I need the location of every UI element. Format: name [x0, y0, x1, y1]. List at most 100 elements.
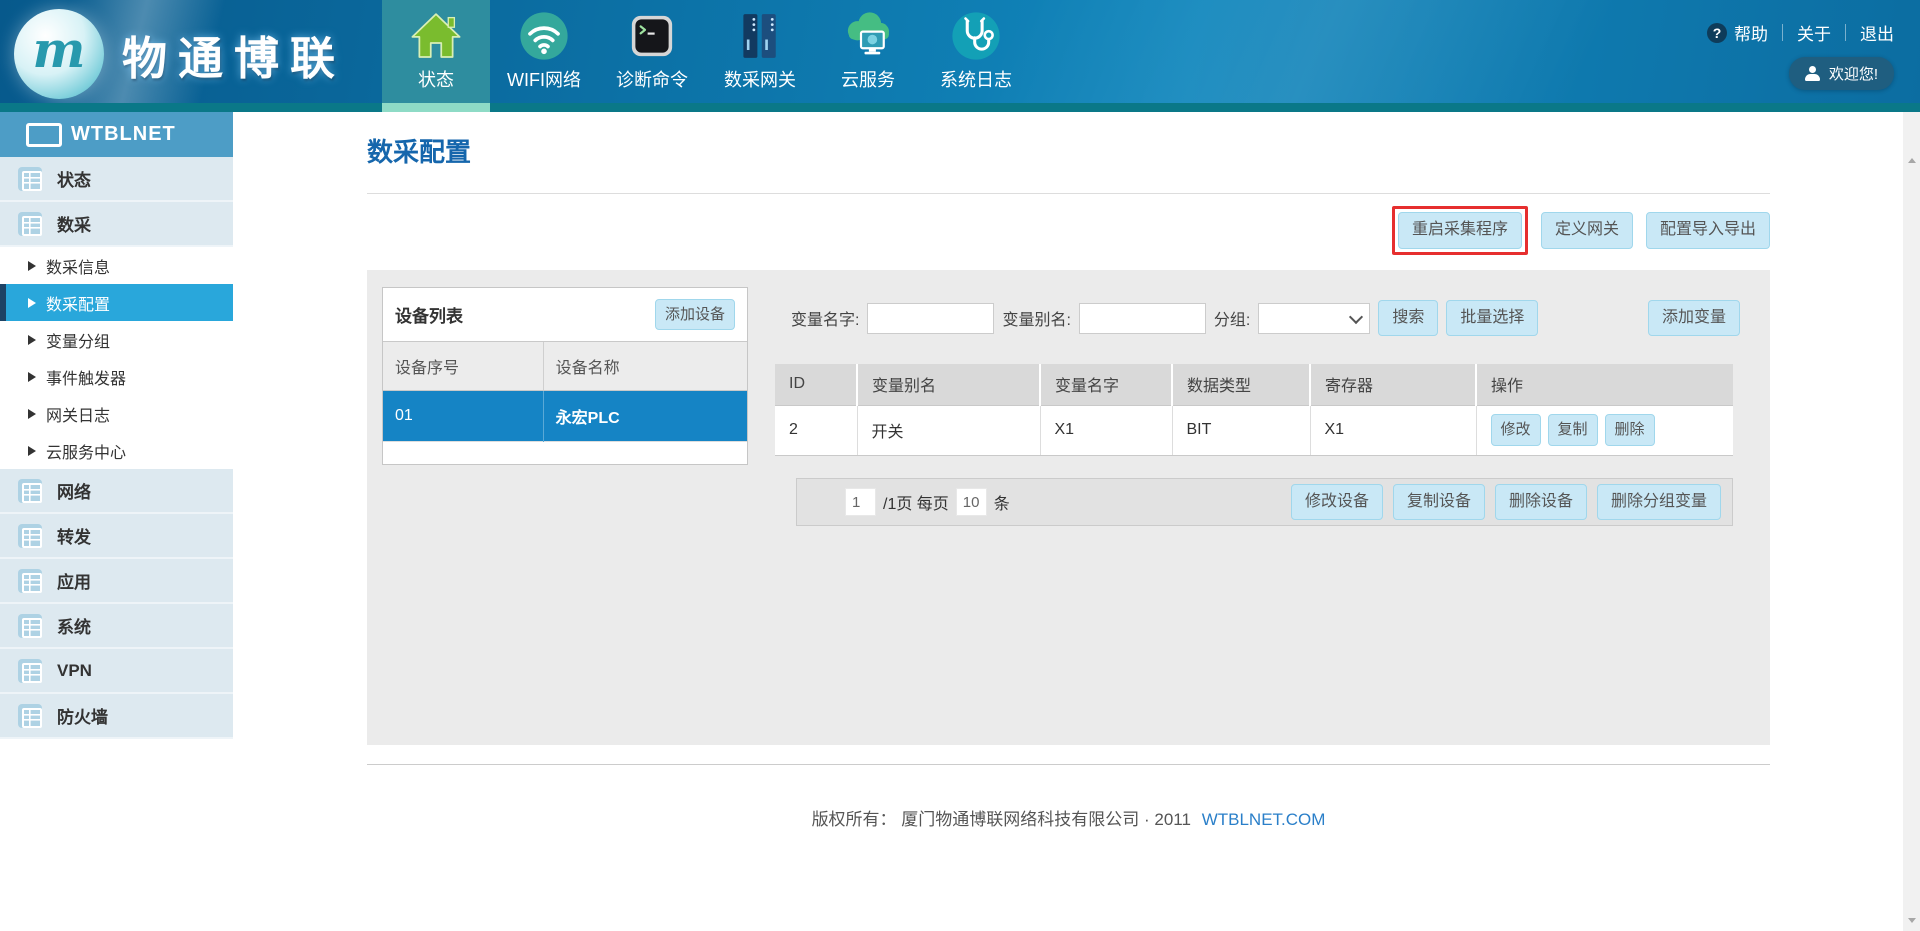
tab-cloud-service[interactable]: 云服务 — [814, 0, 922, 103]
link-divider — [1845, 24, 1846, 41]
sidebar-item-gateway-log[interactable]: 网关日志 — [0, 395, 233, 432]
sidebar-item-label: 数采配置 — [46, 291, 110, 315]
variable-table: ID 变量别名 变量名字 数据类型 寄存器 操作 2 开关 X1 BIT X1 — [775, 364, 1733, 456]
footer-link[interactable]: WTBLNET.COM — [1202, 810, 1326, 829]
variable-row: 2 开关 X1 BIT X1 修改 复制 删除 — [775, 405, 1733, 455]
about-label: 关于 — [1797, 20, 1831, 45]
modify-button[interactable]: 修改 — [1491, 414, 1541, 445]
variable-name-input[interactable] — [867, 303, 994, 334]
copyright-text: 版权所有： 厦门物通博联网络科技有限公司 · 2011 — [812, 810, 1191, 829]
sidebar-item-label: 状态 — [57, 166, 91, 191]
sidebar-item-status[interactable]: 状态 — [0, 157, 233, 202]
footer: 版权所有： 厦门物通博联网络科技有限公司 · 2011 WTBLNET.COM — [367, 805, 1770, 830]
delete-device-button[interactable]: 删除设备 — [1495, 484, 1587, 520]
welcome-badge: 欢迎您! — [1789, 57, 1894, 90]
modify-device-button[interactable]: 修改设备 — [1291, 484, 1383, 520]
sidebar-item-variable-group[interactable]: 变量分组 — [0, 321, 233, 358]
sidebar-item-forwarding[interactable]: 转发 — [0, 514, 233, 559]
stethoscope-icon — [947, 7, 1005, 65]
page-number-input[interactable] — [845, 488, 876, 516]
sidebar-item-vpn[interactable]: VPN — [0, 649, 233, 694]
sidebar-item-application[interactable]: 应用 — [0, 559, 233, 604]
sidebar-item-label: 数采 — [57, 211, 91, 236]
welcome-text: 欢迎您! — [1829, 63, 1878, 84]
sidebar-item-data-acquisition[interactable]: 数采 — [0, 202, 233, 247]
main-nav: 状态 WIFI网络 — [382, 0, 1030, 103]
logo-mark: m — [33, 20, 86, 79]
tab-data-gateway[interactable]: 数采网关 — [706, 0, 814, 103]
cloud-icon — [839, 7, 897, 65]
device-col-name: 设备名称 — [543, 342, 747, 391]
tab-wifi-network[interactable]: WIFI网络 — [490, 0, 598, 103]
size-suffix-text: 条 — [994, 490, 1010, 514]
sidebar-item-label: 网络 — [57, 478, 91, 503]
var-col-register: 寄存器 — [1310, 364, 1476, 405]
config-import-export-button[interactable]: 配置导入导出 — [1646, 212, 1770, 248]
device-col-serial: 设备序号 — [383, 342, 543, 391]
group-select[interactable] — [1258, 303, 1370, 334]
sidebar-item-network[interactable]: 网络 — [0, 469, 233, 514]
tab-status[interactable]: 状态 — [382, 0, 490, 103]
define-gateway-button[interactable]: 定义网关 — [1541, 212, 1633, 248]
var-col-alias: 变量别名 — [857, 364, 1040, 405]
arrow-right-icon — [28, 261, 36, 271]
home-icon — [407, 7, 465, 65]
footer-divider — [367, 764, 1770, 765]
sidebar-item-da-config[interactable]: 数采配置 — [0, 284, 233, 321]
logout-link[interactable]: 退出 — [1860, 20, 1894, 45]
arrow-right-icon — [28, 446, 36, 456]
device-empty-row — [383, 442, 747, 464]
add-device-button[interactable]: 添加设备 — [655, 299, 735, 330]
batch-select-button[interactable]: 批量选择 — [1446, 300, 1538, 336]
tab-diagnostic-command[interactable]: 诊断命令 — [598, 0, 706, 103]
grid-icon — [18, 614, 42, 638]
device-serial: 01 — [383, 391, 543, 442]
variable-name-label: 变量名字: — [791, 306, 859, 330]
sidebar: WTBLNET 状态 数采 数采信息 数采配置 变量分组 事件触发器 网关日志 … — [0, 112, 233, 931]
delete-button[interactable]: 删除 — [1605, 414, 1655, 445]
scroll-down-arrow[interactable] — [1903, 912, 1920, 929]
help-link[interactable]: ? 帮助 — [1707, 20, 1768, 45]
vertical-scrollbar[interactable] — [1903, 112, 1920, 931]
about-link[interactable]: 关于 — [1797, 20, 1831, 45]
sidebar-item-event-trigger[interactable]: 事件触发器 — [0, 358, 233, 395]
pagination-bar: /1页 每页 条 修改设备 复制设备 删除设备 删除分组变量 — [796, 478, 1733, 526]
logo-icon: m — [14, 9, 104, 99]
sidebar-item-firewall[interactable]: 防火墙 — [0, 694, 233, 739]
delete-group-variable-button[interactable]: 删除分组变量 — [1597, 484, 1721, 520]
tab-system-log[interactable]: 系统日志 — [922, 0, 1030, 103]
restart-highlight-box: 重启采集程序 — [1392, 206, 1528, 254]
sidebar-item-system[interactable]: 系统 — [0, 604, 233, 649]
brand-logo: m 物通博联 — [14, 9, 346, 99]
page-size-input[interactable] — [956, 488, 987, 516]
copy-device-button[interactable]: 复制设备 — [1393, 484, 1485, 520]
sidebar-item-label: 转发 — [57, 523, 91, 548]
sidebar-item-label: 应用 — [57, 568, 91, 593]
device-row[interactable]: 01 永宏PLC — [383, 391, 747, 442]
grid-icon — [18, 479, 42, 503]
top-links: ? 帮助 关于 退出 — [1707, 20, 1894, 45]
variable-alias-input[interactable] — [1079, 303, 1206, 334]
page-actions: 重启采集程序 定义网关 配置导入导出 — [367, 207, 1770, 254]
group-label: 分组: — [1214, 306, 1250, 330]
var-id: 2 — [775, 405, 857, 455]
restart-collector-button[interactable]: 重启采集程序 — [1398, 212, 1522, 248]
variable-alias-label: 变量别名: — [1002, 306, 1070, 330]
copy-button[interactable]: 复制 — [1548, 414, 1598, 445]
sidebar-item-label: 云服务中心 — [46, 439, 126, 463]
help-label: 帮助 — [1734, 20, 1768, 45]
add-variable-button[interactable]: 添加变量 — [1648, 300, 1740, 336]
sidebar-title: WTBLNET — [71, 123, 176, 146]
device-list-title: 设备列表 — [395, 302, 463, 327]
tab-label: WIFI网络 — [507, 66, 581, 92]
var-alias: 开关 — [857, 405, 1040, 455]
tab-label: 状态 — [418, 66, 454, 92]
device-list-panel: 设备列表 添加设备 设备序号 设备名称 01 永宏PLC — [382, 287, 748, 465]
sidebar-item-da-info[interactable]: 数采信息 — [0, 247, 233, 284]
search-button[interactable]: 搜索 — [1378, 300, 1438, 336]
group-select-wrap — [1258, 303, 1370, 334]
grid-icon — [18, 569, 42, 593]
sidebar-item-label: 网关日志 — [46, 402, 110, 426]
scroll-up-arrow[interactable] — [1903, 152, 1920, 169]
sidebar-item-cloud-center[interactable]: 云服务中心 — [0, 432, 233, 469]
